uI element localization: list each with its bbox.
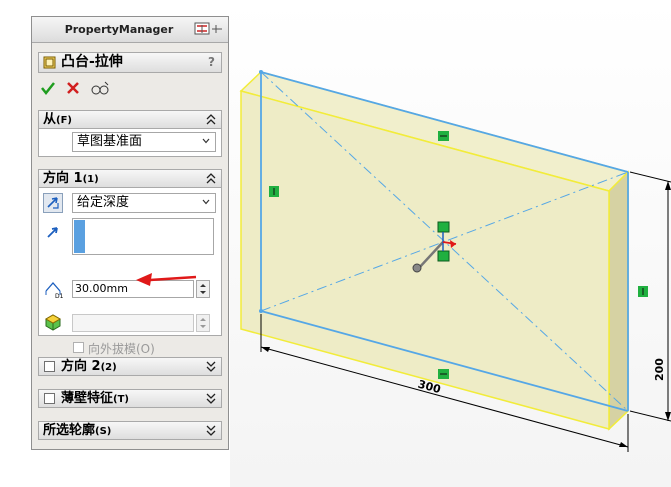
cancel-button[interactable]	[66, 81, 80, 95]
end-condition-select[interactable]: 给定深度	[72, 193, 216, 213]
property-manager-title: PropertyManager	[64, 23, 174, 36]
direction-selection-list[interactable]	[72, 218, 214, 255]
from-section-header[interactable]: 从(F)	[38, 110, 222, 129]
spinner-arrows-icon	[200, 318, 206, 328]
draft-icon	[44, 314, 62, 331]
svg-text:D1: D1	[55, 293, 64, 299]
chevron-down-icon	[202, 199, 210, 205]
direction1-section-body: 给定深度 D1 30.00mm	[38, 188, 222, 336]
collapse-chevron-icon[interactable]	[206, 112, 216, 126]
direction2-section-shortcut: (2)	[100, 362, 117, 373]
end-condition-value: 给定深度	[77, 195, 130, 210]
chevron-down-icon	[202, 138, 210, 144]
expand-chevron-icon[interactable]	[206, 391, 216, 405]
depth-value: 30.00mm	[75, 282, 128, 295]
draft-toggle-button[interactable]	[43, 312, 63, 332]
expand-chevron-icon[interactable]	[206, 423, 216, 437]
draft-outward-checkbox[interactable]	[73, 342, 84, 353]
thin-feature-section-shortcut: (T)	[113, 394, 129, 405]
direction-vector-icon	[47, 227, 58, 238]
depth-spinner[interactable]	[196, 280, 210, 298]
property-manager-panel: PropertyManager 凸台-拉伸 ? 从(F) 草图基准面 方向 1(…	[31, 16, 229, 450]
thin-feature-checkbox[interactable]	[44, 393, 55, 404]
thin-feature-section-header[interactable]: 薄壁特征(T)	[38, 389, 222, 408]
from-condition-select[interactable]: 草图基准面	[72, 132, 216, 152]
from-section-title: 从	[43, 112, 57, 127]
property-manager-header: PropertyManager	[32, 17, 228, 43]
help-icon[interactable]: ?	[208, 53, 215, 72]
from-section-shortcut: (F)	[56, 115, 72, 126]
feature-header: 凸台-拉伸 ?	[38, 52, 222, 73]
direction2-checkbox[interactable]	[44, 361, 55, 372]
selected-contours-section-title: 所选轮廓	[43, 423, 96, 438]
from-condition-value: 草图基准面	[77, 134, 143, 149]
direction1-section-shortcut: (1)	[82, 174, 99, 185]
draft-outward-label: 向外拔模(O)	[88, 342, 155, 356]
reverse-direction-icon	[47, 197, 59, 209]
collapse-chevron-icon[interactable]	[206, 171, 216, 185]
selection-list-indicator	[74, 220, 85, 253]
spinner-arrows-icon	[200, 284, 206, 294]
callout-arrow	[136, 273, 197, 286]
direction2-section-title: 方向 2	[61, 359, 101, 374]
direction2-section-header[interactable]: 方向 2(2)	[38, 357, 222, 376]
direction1-section-title: 方向 1	[43, 171, 83, 186]
draft-angle-spinner[interactable]	[196, 314, 210, 332]
ok-button[interactable]	[40, 80, 56, 96]
detailed-preview-icon[interactable]	[90, 80, 110, 96]
selected-contours-section-header[interactable]: 所选轮廓(S)	[38, 421, 222, 440]
depth-dimension-icon: D1	[45, 282, 64, 299]
thin-feature-section-title: 薄壁特征	[61, 391, 114, 406]
reverse-direction-button[interactable]	[43, 193, 63, 213]
draft-angle-input[interactable]	[72, 314, 194, 332]
selected-contours-section-shortcut: (S)	[95, 426, 112, 437]
height-dimension-value[interactable]: 200	[653, 358, 666, 381]
graphics-viewport[interactable]: 300 200	[230, 0, 671, 487]
feature-title: 凸台-拉伸	[61, 54, 123, 70]
from-section-body: 草图基准面	[38, 129, 222, 157]
pin-icon[interactable]	[194, 22, 224, 36]
extrude-feature-icon	[43, 56, 56, 69]
expand-chevron-icon[interactable]	[206, 359, 216, 373]
direction1-section-header[interactable]: 方向 1(1)	[38, 169, 222, 188]
